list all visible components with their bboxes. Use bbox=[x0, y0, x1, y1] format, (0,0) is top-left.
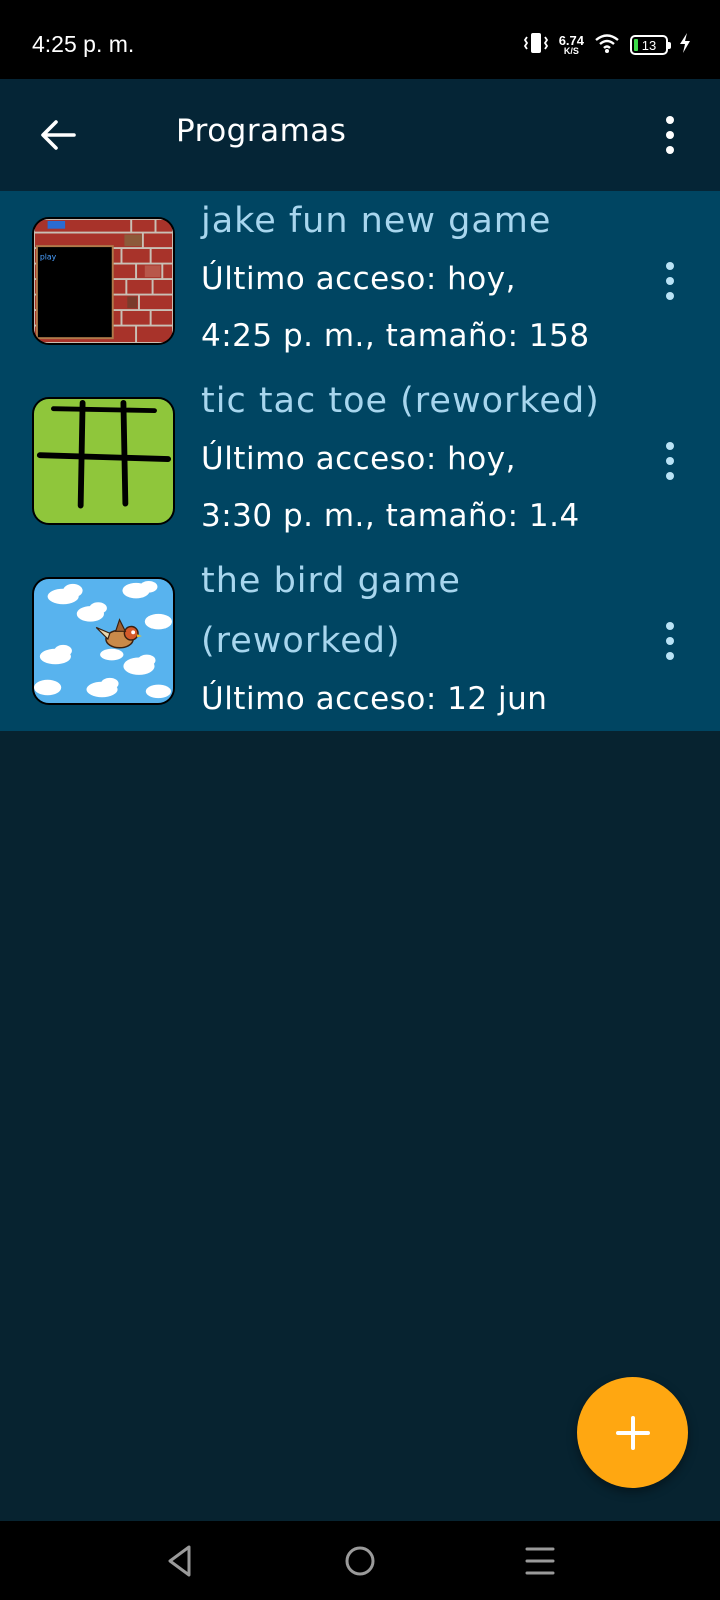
battery-fill bbox=[634, 39, 638, 51]
program-meta-line: 4:25 p. m., tamaño: 158 bbox=[201, 318, 590, 354]
more-vert-icon bbox=[666, 116, 674, 154]
program-text: tic tac toe (reworked) Último acceso: ho… bbox=[201, 371, 631, 545]
nav-menu-icon bbox=[525, 1547, 555, 1575]
nav-menu-button[interactable] bbox=[510, 1539, 570, 1583]
program-meta-line: Último acceso: 12 jun bbox=[201, 681, 548, 717]
program-name: tic tac toe (reworked) bbox=[201, 381, 600, 421]
vibrate-icon bbox=[523, 32, 549, 58]
program-meta-line: 3:30 p. m., tamaño: 1.4 bbox=[201, 498, 580, 534]
nav-home-button[interactable] bbox=[330, 1539, 390, 1583]
program-item[interactable]: play jake fun new game Último acceso: ho… bbox=[0, 191, 720, 371]
nav-home-icon bbox=[345, 1546, 375, 1576]
program-menu-button[interactable] bbox=[650, 613, 690, 669]
back-button[interactable] bbox=[28, 105, 88, 165]
charging-icon bbox=[678, 32, 692, 58]
bird-in-clouds-thumbnail bbox=[32, 577, 175, 705]
status-icons: 6.74 K/S 13 bbox=[523, 30, 692, 60]
network-speed-unit: K/S bbox=[563, 46, 579, 56]
program-menu-button[interactable] bbox=[650, 253, 690, 309]
plus-icon bbox=[615, 1415, 650, 1450]
program-meta-line: Último acceso: hoy, bbox=[201, 261, 516, 297]
app-bar: Programas bbox=[0, 79, 720, 191]
nav-back-button[interactable] bbox=[150, 1539, 210, 1583]
program-list: play jake fun new game Último acceso: ho… bbox=[0, 191, 720, 731]
thumbnail-play-text: play bbox=[40, 253, 57, 262]
program-menu-button[interactable] bbox=[650, 433, 690, 489]
program-meta-line: Último acceso: hoy, bbox=[201, 441, 516, 477]
battery-icon: 13 bbox=[630, 35, 671, 55]
program-name: the bird game (reworked) bbox=[201, 561, 461, 661]
add-program-button[interactable] bbox=[577, 1377, 688, 1488]
tic-tac-toe-grid-thumbnail bbox=[32, 397, 175, 525]
more-vert-icon bbox=[666, 442, 674, 480]
network-speed: 6.74 K/S bbox=[559, 34, 584, 56]
program-text: the bird game (reworked) Último acceso: … bbox=[201, 551, 631, 728]
arrow-left-icon bbox=[41, 120, 76, 150]
page-title: Programas bbox=[176, 113, 347, 149]
status-bar: 4:25 p. m. 6.74 K/S 13 bbox=[0, 0, 720, 79]
program-item[interactable]: the bird game (reworked) Último acceso: … bbox=[0, 551, 720, 731]
more-vert-icon bbox=[666, 622, 674, 660]
battery-level: 13 bbox=[641, 37, 657, 53]
brick-wall-game-thumbnail: play bbox=[32, 217, 175, 345]
wifi-icon bbox=[594, 32, 620, 58]
program-name: jake fun new game bbox=[201, 201, 552, 241]
status-time: 4:25 p. m. bbox=[32, 31, 135, 57]
program-item[interactable]: tic tac toe (reworked) Último acceso: ho… bbox=[0, 371, 720, 551]
screen: 4:25 p. m. 6.74 K/S 13 Programas play ja… bbox=[0, 0, 720, 1600]
overflow-menu-button[interactable] bbox=[650, 105, 690, 165]
nav-back-icon bbox=[168, 1545, 191, 1577]
program-text: jake fun new game Último acceso: hoy, 4:… bbox=[201, 191, 631, 365]
more-vert-icon bbox=[666, 262, 674, 300]
navigation-bar bbox=[0, 1521, 720, 1600]
